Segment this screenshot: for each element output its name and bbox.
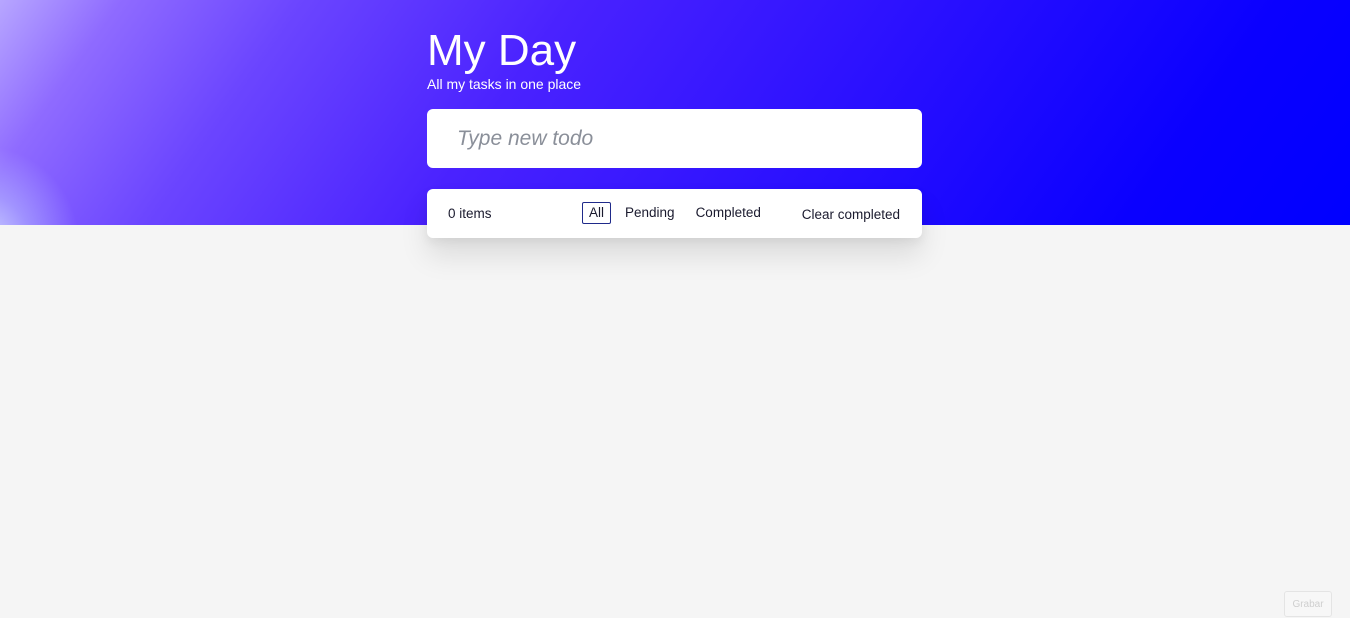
new-todo-input[interactable]: [427, 109, 922, 168]
banner-corner-glow: [0, 145, 80, 225]
filter-completed[interactable]: Completed: [689, 202, 768, 224]
todo-footer: 0 items All Pending Completed Clear comp…: [427, 189, 922, 238]
record-button[interactable]: Grabar: [1284, 591, 1332, 617]
filter-tabs: All Pending Completed: [582, 202, 775, 224]
filter-pending[interactable]: Pending: [618, 202, 682, 224]
items-count: 0 items: [448, 206, 492, 221]
page-subtitle: All my tasks in one place: [427, 76, 582, 92]
page-title: My Day: [427, 26, 577, 75]
filter-all[interactable]: All: [582, 202, 612, 224]
clear-completed-button[interactable]: Clear completed: [802, 207, 900, 223]
